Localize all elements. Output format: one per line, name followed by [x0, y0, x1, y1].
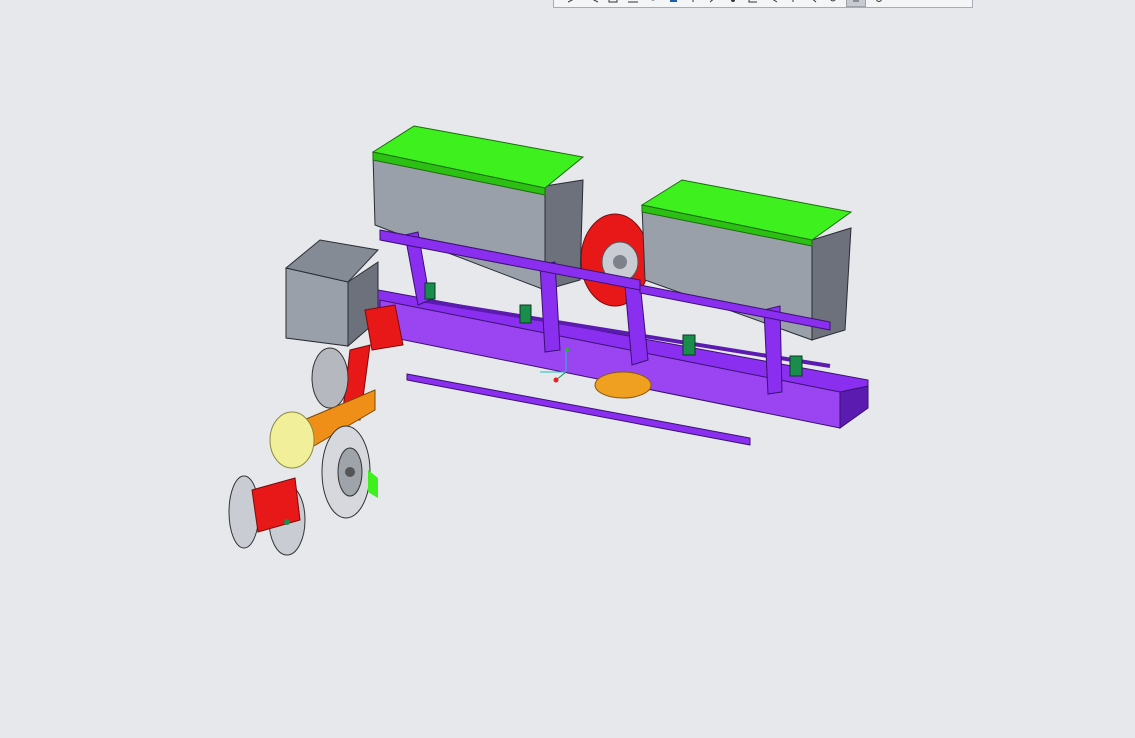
datum-points-icon[interactable]: [726, 0, 740, 6]
seed-plate: [269, 411, 315, 469]
refit-icon[interactable]: [606, 0, 620, 6]
fertilizer-hopper: [284, 239, 379, 348]
gauge-wheel: [311, 347, 349, 409]
zoom-out-icon[interactable]: [586, 0, 600, 6]
closing-discs: [228, 475, 306, 556]
perspective-icon[interactable]: [846, 0, 866, 7]
seed-hopper-right: [640, 179, 853, 341]
datum-axes-icon[interactable]: [706, 0, 720, 6]
csys-icon[interactable]: [746, 0, 760, 6]
reorient-icon[interactable]: [626, 0, 640, 6]
view-manager-icon[interactable]: [806, 0, 820, 6]
gear-wheel: [594, 371, 652, 399]
datum-planes-icon[interactable]: [686, 0, 700, 6]
section-icon[interactable]: [826, 0, 840, 6]
saved-views-icon[interactable]: [646, 0, 660, 6]
press-wheels: [321, 425, 378, 519]
planter-assembly-model[interactable]: [0, 0, 1135, 738]
appearance-icon[interactable]: [872, 0, 886, 6]
display-style-icon[interactable]: [666, 0, 680, 6]
spin-center-icon[interactable]: [786, 0, 800, 6]
annotations-icon[interactable]: [766, 0, 780, 6]
zoom-in-icon[interactable]: [566, 0, 580, 6]
view-toolbar: [553, 0, 973, 8]
graphics-viewport[interactable]: [0, 0, 1135, 738]
